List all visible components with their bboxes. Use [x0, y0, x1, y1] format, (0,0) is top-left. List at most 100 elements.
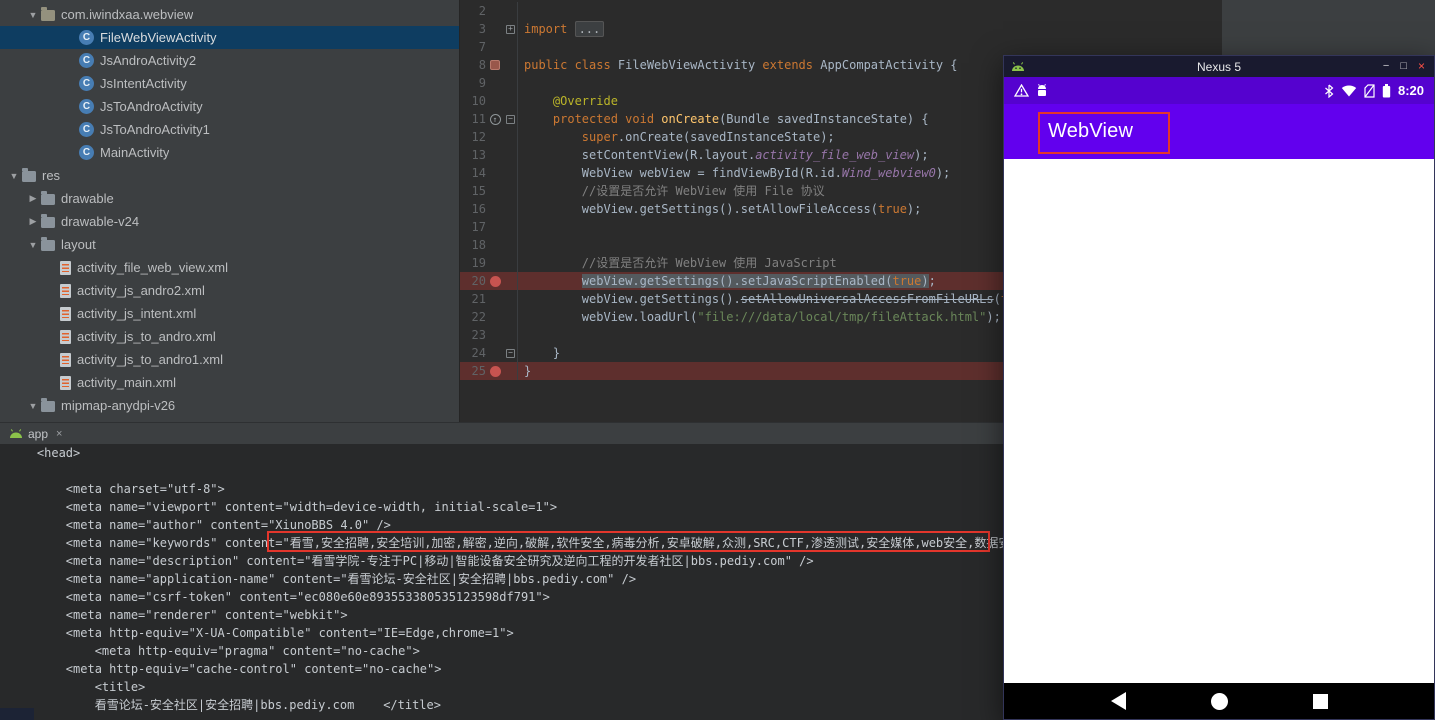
- tree-item-label: layout: [61, 237, 96, 252]
- fold-column: −: [504, 344, 518, 362]
- code-segment: ): [921, 274, 929, 288]
- tree-item-res[interactable]: ▼ res: [0, 164, 459, 187]
- tree-item-jstoandroactivity[interactable]: C JsToAndroActivity: [0, 95, 459, 118]
- gutter-marker-column: [486, 308, 504, 326]
- code-text: }: [518, 362, 531, 380]
- tree-item-activity-js-to-andro-xml[interactable]: activity_js_to_andro.xml: [0, 325, 459, 348]
- code-segment: "file:///data/local/tmp/fileAttack.html": [697, 310, 987, 324]
- tree-item-label: activity_main.xml: [77, 375, 176, 390]
- code-segment: webView.getSettings().: [524, 292, 741, 306]
- tree-item-activity-js-to-andro1-xml[interactable]: activity_js_to_andro1.xml: [0, 348, 459, 371]
- editor-line-3[interactable]: 3 + import ...: [460, 20, 1222, 38]
- folder-icon: [41, 398, 55, 412]
- emulator-window-title: Nexus 5: [1196, 59, 1242, 74]
- code-segment: }: [524, 364, 532, 378]
- chevron-right-icon[interactable]: ▶: [25, 193, 41, 204]
- tree-item-drawable-v24[interactable]: ▶ drawable-v24: [0, 210, 459, 233]
- chevron-down-icon[interactable]: ▼: [25, 10, 41, 20]
- code-segment: FileWebViewActivity: [617, 58, 763, 72]
- fold-minus-icon[interactable]: −: [506, 348, 515, 358]
- code-segment: @Override: [552, 94, 618, 108]
- chevron-down-icon[interactable]: ▼: [25, 401, 41, 411]
- code-text: import ...: [518, 20, 605, 38]
- chevron-down-icon[interactable]: ▼: [25, 240, 41, 250]
- code-segment: (: [993, 292, 1001, 306]
- gutter-marker-column: [486, 182, 504, 200]
- tree-item-label: mipmap-anydpi-v26: [61, 398, 176, 413]
- gutter-marker-column: [486, 200, 504, 218]
- close-button[interactable]: ×: [1418, 56, 1425, 77]
- emulator-title-bar[interactable]: Nexus 5 − □ ×: [1004, 56, 1434, 77]
- close-icon[interactable]: ×: [56, 428, 62, 440]
- tree-item-label: activity_file_web_view.xml: [77, 260, 229, 275]
- wifi-icon: [1341, 84, 1357, 97]
- gutter-marker-column: [486, 20, 504, 38]
- tree-item-label: activity_js_intent.xml: [77, 306, 197, 321]
- minimize-button[interactable]: −: [1383, 56, 1389, 77]
- gutter-marker-column: [486, 236, 504, 254]
- breakpoint-icon[interactable]: [489, 275, 501, 287]
- code-segment: true: [892, 274, 922, 288]
- chevron-right-icon[interactable]: ▶: [25, 216, 41, 227]
- tree-item-jsintentactivity[interactable]: C JsIntentActivity: [0, 72, 459, 95]
- breakpoint-icon[interactable]: [489, 365, 501, 377]
- override-method-icon[interactable]: ↑: [489, 113, 501, 125]
- tree-item-com-iwindxaa-webview[interactable]: ▼ com.iwindxaa.webview: [0, 3, 459, 26]
- code-segment: WebView webView = findViewById(R.id.: [524, 166, 842, 180]
- android-icon: [1011, 61, 1025, 72]
- line-number: 21: [471, 292, 486, 306]
- code-text: protected void onCreate(Bundle savedInst…: [518, 110, 929, 128]
- tree-item-activity-js-andro2-xml[interactable]: activity_js_andro2.xml: [0, 279, 459, 302]
- fold-column: [504, 146, 518, 164]
- class-icon: C: [79, 53, 94, 68]
- fold-column: [504, 362, 518, 380]
- tree-item-jstoandroactivity1[interactable]: C JsToAndroActivity1: [0, 118, 459, 141]
- tree-item-activity-main-xml[interactable]: activity_main.xml: [0, 371, 459, 394]
- class-marker-icon[interactable]: [490, 60, 500, 70]
- fold-column: [504, 200, 518, 218]
- gutter-marker-column: [486, 362, 504, 380]
- line-number: 25: [471, 364, 486, 378]
- line-number: 15: [471, 184, 486, 198]
- emulator-app-bar: WebView: [1004, 104, 1434, 159]
- console-tab-app[interactable]: app ×: [0, 423, 71, 445]
- back-button[interactable]: [1110, 692, 1126, 710]
- code-segment: public class: [524, 58, 618, 72]
- chevron-down-icon[interactable]: ▼: [6, 171, 22, 181]
- tree-item-filewebviewactivity[interactable]: C FileWebViewActivity: [0, 26, 459, 49]
- tree-item-drawable[interactable]: ▶ drawable: [0, 187, 459, 210]
- line-number: 23: [471, 328, 486, 342]
- fold-column: [504, 92, 518, 110]
- editor-line-2[interactable]: 2: [460, 2, 1222, 20]
- tree-item-mipmap-anydpi-v26[interactable]: ▼ mipmap-anydpi-v26: [0, 394, 459, 417]
- maximize-button[interactable]: □: [1400, 56, 1407, 77]
- battery-icon: [1382, 83, 1391, 98]
- fold-minus-icon[interactable]: −: [506, 114, 515, 124]
- xml-icon: [60, 329, 71, 344]
- code-segment: true: [878, 202, 907, 216]
- line-number: 14: [471, 166, 486, 180]
- code-text: webView.loadUrl("file:///data/local/tmp/…: [518, 308, 1001, 326]
- home-button[interactable]: [1210, 692, 1228, 710]
- code-segment: webView.loadUrl(: [524, 310, 698, 324]
- code-text: setContentView(R.layout.activity_file_we…: [518, 146, 929, 164]
- class-icon: C: [79, 122, 94, 137]
- tree-item-activity-file-web-view-xml[interactable]: activity_file_web_view.xml: [0, 256, 459, 279]
- xml-icon: [60, 306, 71, 321]
- tree-item-layout[interactable]: ▼ layout: [0, 233, 459, 256]
- tree-item-mainactivity[interactable]: C MainActivity: [0, 141, 459, 164]
- fold-plus-icon[interactable]: +: [506, 24, 515, 34]
- tree-item-activity-js-intent-xml[interactable]: activity_js_intent.xml: [0, 302, 459, 325]
- editor-line-7[interactable]: 7: [460, 38, 1222, 56]
- emulator-nav-bar: [1004, 683, 1434, 719]
- code-segment: );: [906, 202, 922, 216]
- recents-button[interactable]: [1312, 693, 1328, 709]
- webview-content[interactable]: [1004, 159, 1434, 683]
- tree-item-jsandroactivity2[interactable]: C JsAndroActivity2: [0, 49, 459, 72]
- fold-column: [504, 218, 518, 236]
- app-bar-title: WebView: [1048, 120, 1134, 142]
